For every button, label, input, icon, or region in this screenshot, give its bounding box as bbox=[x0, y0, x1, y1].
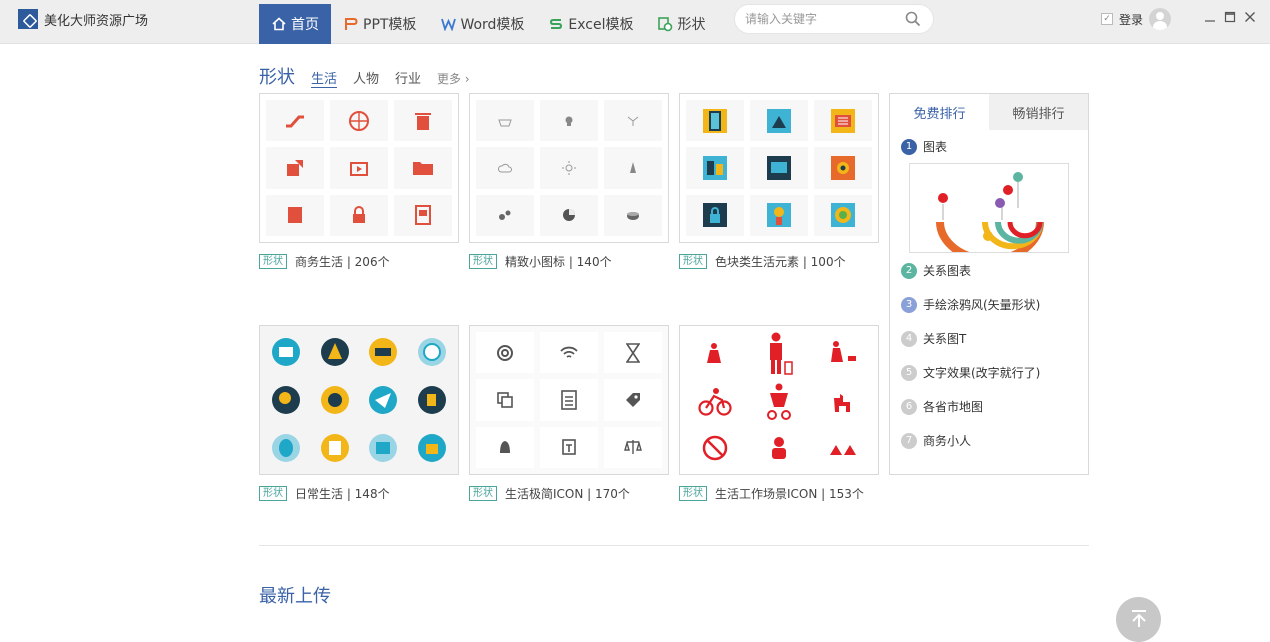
card-thumbnail[interactable] bbox=[679, 93, 879, 243]
nav-excel-label: Excel模板 bbox=[568, 17, 634, 33]
checkbox-icon[interactable]: ✓ bbox=[1101, 13, 1113, 25]
card-caption[interactable]: 生活工作场景ICON | 153个 bbox=[715, 485, 864, 502]
close-icon[interactable] bbox=[1243, 10, 1257, 24]
ranking-item[interactable]: 2 关系图表 bbox=[901, 262, 971, 279]
card-caption[interactable]: 商务生活 | 206个 bbox=[295, 253, 390, 270]
brand: 美化大师资源广场 bbox=[18, 9, 148, 29]
ranking-item[interactable]: 5 文字效果(改字就行了) bbox=[901, 364, 1040, 381]
resource-card[interactable]: 形状 色块类生活元素 | 100个 bbox=[679, 93, 879, 270]
card-thumbnail[interactable] bbox=[469, 93, 669, 243]
rank-label: 各省市地图 bbox=[923, 400, 984, 414]
nav-home[interactable]: 首页 bbox=[259, 4, 331, 44]
app-logo-icon bbox=[18, 9, 38, 29]
rank-label: 文字效果(改字就行了) bbox=[923, 366, 1041, 380]
latest-uploads-title: 最新上传 bbox=[259, 586, 331, 607]
card-tag: 形状 bbox=[259, 486, 287, 501]
rank-label: 手绘涂鸦风(矢量形状) bbox=[923, 298, 1041, 312]
search-icon[interactable] bbox=[905, 11, 921, 27]
section-divider bbox=[259, 545, 1089, 546]
tab-people[interactable]: 人物 bbox=[353, 68, 379, 87]
excel-icon bbox=[548, 16, 564, 32]
rank-label: 关系图T bbox=[923, 332, 967, 346]
ranking-item[interactable]: 6 各省市地图 bbox=[901, 398, 983, 415]
app-title: 美化大师资源广场 bbox=[44, 13, 149, 29]
rank-label: 关系图表 bbox=[923, 264, 972, 278]
card-tag: 形状 bbox=[259, 254, 287, 269]
nav-shape[interactable]: 形状 bbox=[646, 4, 718, 44]
resource-card[interactable]: 形状 精致小图标 | 140个 bbox=[469, 93, 669, 270]
card-tag: 形状 bbox=[469, 486, 497, 501]
nav-ppt[interactable]: PPT模板 bbox=[331, 4, 428, 44]
card-caption[interactable]: 精致小图标 | 140个 bbox=[505, 253, 612, 270]
rank-number: 3 bbox=[901, 296, 917, 313]
nav-word-label: Word模板 bbox=[460, 17, 525, 33]
nav-word[interactable]: Word模板 bbox=[428, 4, 536, 44]
minimize-icon[interactable] bbox=[1203, 10, 1217, 24]
rank-number: 2 bbox=[901, 262, 917, 279]
card-tag: 形状 bbox=[679, 254, 707, 269]
ppt-icon bbox=[343, 16, 359, 32]
card-caption[interactable]: 生活极简ICON | 170个 bbox=[505, 485, 630, 502]
search-box bbox=[734, 4, 934, 34]
word-icon bbox=[440, 16, 456, 32]
nav-home-label: 首页 bbox=[291, 17, 319, 33]
rank-number: 7 bbox=[901, 432, 917, 449]
ranking-preview-image[interactable] bbox=[909, 163, 1069, 264]
resource-card[interactable]: 形状 生活工作场景ICON | 153个 bbox=[679, 325, 879, 502]
resource-card[interactable]: 形状 日常生活 | 148个 bbox=[259, 325, 459, 502]
tab-bestseller-ranking[interactable]: 畅销排行 bbox=[989, 94, 1088, 130]
rank-number: 5 bbox=[901, 364, 917, 381]
tab-industry[interactable]: 行业 bbox=[395, 68, 421, 87]
avatar[interactable] bbox=[1149, 8, 1172, 30]
ranking-item[interactable]: 7 商务小人 bbox=[901, 432, 971, 449]
ranking-item[interactable]: 4 关系图T bbox=[901, 330, 966, 347]
card-caption[interactable]: 日常生活 | 148个 bbox=[295, 485, 390, 502]
card-thumbnail[interactable] bbox=[679, 325, 879, 475]
section-tabs: 形状 生活 人物 行业 更多 › bbox=[259, 63, 470, 89]
tab-free-ranking[interactable]: 免费排行 bbox=[890, 94, 989, 130]
tab-life[interactable]: 生活 bbox=[311, 68, 338, 88]
nav-shape-label: 形状 bbox=[677, 17, 706, 33]
nav-excel[interactable]: Excel模板 bbox=[536, 4, 645, 44]
more-link[interactable]: 更多 › bbox=[437, 70, 470, 87]
card-thumbnail[interactable] bbox=[469, 325, 669, 475]
search-input[interactable] bbox=[735, 5, 895, 33]
login-area: ✓ 登录 bbox=[1101, 8, 1172, 30]
nav-ppt-label: PPT模板 bbox=[363, 17, 417, 33]
rank-number: 4 bbox=[901, 330, 917, 347]
arrow-up-icon bbox=[1130, 609, 1148, 642]
login-link[interactable]: 登录 bbox=[1119, 11, 1143, 28]
ranking-tabs: 免费排行 畅销排行 bbox=[890, 94, 1088, 130]
card-thumbnail[interactable] bbox=[259, 325, 459, 475]
ranking-item[interactable]: 3 手绘涂鸦风(矢量形状) bbox=[901, 296, 1040, 313]
card-thumbnail[interactable] bbox=[259, 93, 459, 243]
maximize-icon[interactable] bbox=[1223, 10, 1237, 24]
card-tag: 形状 bbox=[679, 486, 707, 501]
resource-card[interactable]: 形状 生活极简ICON | 170个 bbox=[469, 325, 669, 502]
main-nav: 首页 PPT模板 Word模板 Excel模板 形状 bbox=[259, 4, 718, 44]
card-caption[interactable]: 色块类生活元素 | 100个 bbox=[715, 253, 846, 270]
shape-icon bbox=[658, 16, 674, 32]
home-icon bbox=[271, 16, 287, 32]
resource-card[interactable]: 形状 商务生活 | 206个 bbox=[259, 93, 459, 270]
rank-number: 1 bbox=[901, 138, 917, 155]
top-bar: 美化大师资源广场 首页 PPT模板 Word模板 Excel模板 形状 请输入关… bbox=[0, 0, 1270, 44]
rank-number: 6 bbox=[901, 398, 917, 415]
section-title: 形状 bbox=[259, 67, 295, 88]
card-tag: 形状 bbox=[469, 254, 497, 269]
back-to-top-button[interactable] bbox=[1116, 597, 1161, 642]
rank-label: 图表 bbox=[923, 140, 948, 154]
rank-label: 商务小人 bbox=[923, 434, 972, 448]
ranking-item[interactable]: 1 图表 bbox=[901, 138, 947, 155]
ranking-panel: 免费排行 畅销排行 1 图表 2 关系图表 3 手绘涂鸦风(矢量形状) 4 关系… bbox=[889, 93, 1089, 475]
